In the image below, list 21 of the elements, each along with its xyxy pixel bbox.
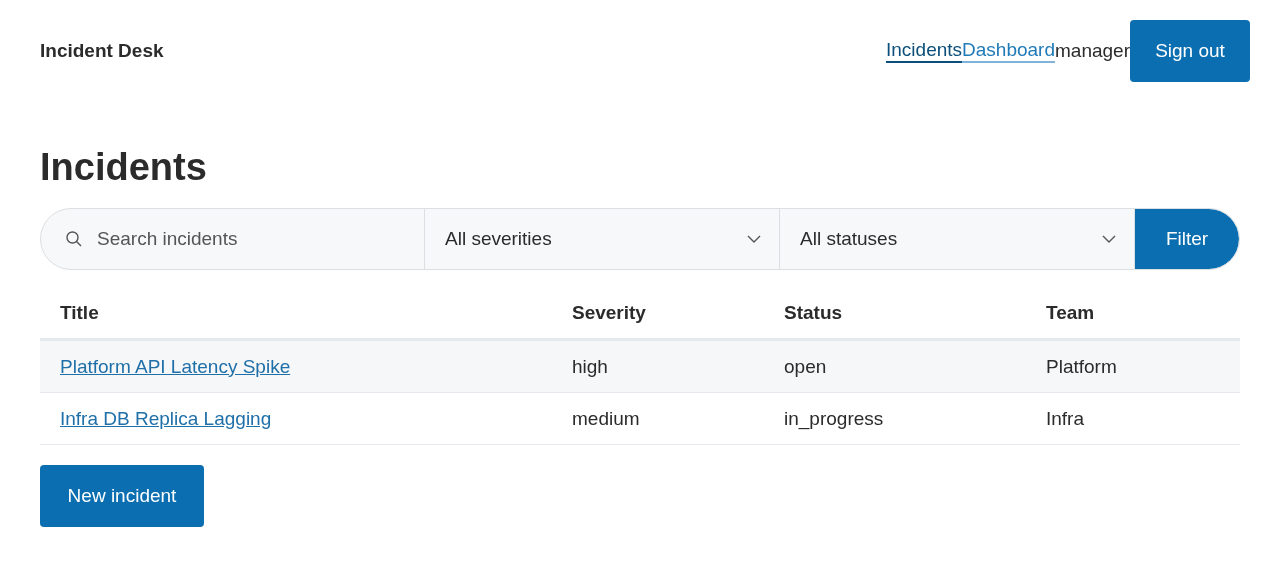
table-cell: in_progress bbox=[764, 392, 1026, 445]
table-cell: Infra bbox=[1026, 392, 1240, 445]
table-cell: Platform bbox=[1026, 339, 1240, 393]
incident-link[interactable]: Platform API Latency Spike bbox=[60, 355, 291, 377]
table-cell: medium bbox=[552, 392, 764, 445]
brand-name: Incident Desk bbox=[40, 40, 164, 62]
severity-select[interactable]: All severities bbox=[425, 209, 780, 269]
table-cell: high bbox=[552, 339, 764, 393]
sign-out-button[interactable]: Sign out bbox=[1130, 20, 1250, 82]
page-title: Incidents bbox=[40, 145, 208, 190]
nav-link[interactable]: Incidents bbox=[886, 38, 963, 64]
user-name: manager bbox=[1055, 40, 1130, 62]
incident-link[interactable]: Infra DB Replica Lagging bbox=[60, 407, 272, 429]
search-icon bbox=[65, 230, 83, 248]
new-incident-button[interactable]: New incident bbox=[40, 465, 204, 527]
chevron-down-icon bbox=[1102, 235, 1116, 243]
chevron-down-icon bbox=[747, 235, 761, 243]
filter-button[interactable]: Filter bbox=[1135, 209, 1239, 269]
table-cell: open bbox=[764, 339, 1026, 393]
nav-link[interactable]: Dashboard bbox=[962, 38, 1055, 64]
search-field[interactable]: Search incidents bbox=[95, 227, 379, 251]
